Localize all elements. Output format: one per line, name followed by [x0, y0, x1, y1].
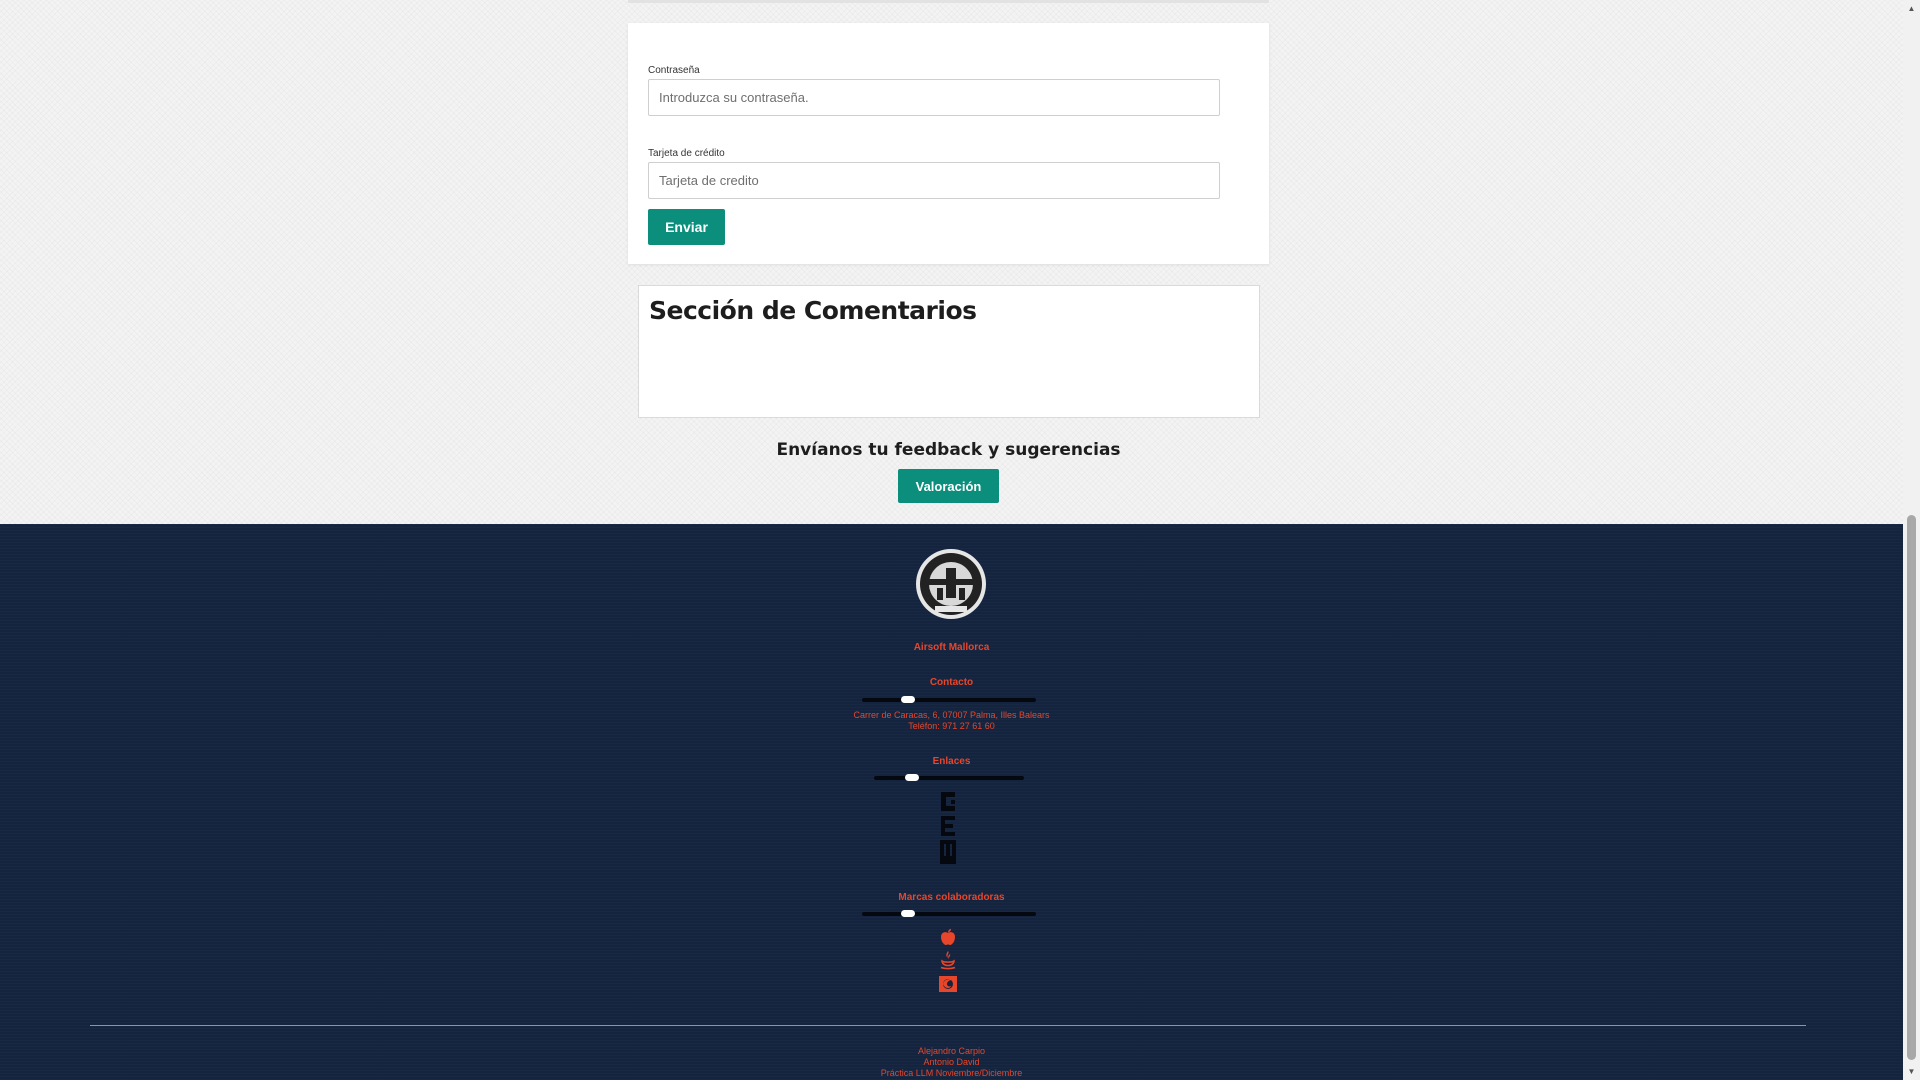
footer-partners-heading: Marcas colaboradoras — [898, 892, 1005, 903]
credit-author-1: Alejandro Carpio — [917, 1046, 986, 1056]
password-input[interactable] — [648, 79, 1220, 116]
footer-brand-name: Airsoft Mallorca — [913, 642, 990, 653]
feedback-title: Envíanos tu feedback y sugerencias — [776, 440, 1121, 460]
credit-card-label: Tarjeta de crédito — [648, 148, 725, 159]
java-icon[interactable] — [938, 950, 958, 970]
comments-title: Sección de Comentarios — [649, 296, 977, 325]
slider-handle[interactable] — [901, 910, 915, 917]
form-card: Contraseña Tarjeta de crédito Enviar — [628, 23, 1269, 264]
gem-link-logo-icon[interactable] — [937, 788, 959, 868]
scroll-down-arrow-icon[interactable]: ▼ — [1903, 1063, 1920, 1080]
slider-handle[interactable] — [901, 696, 915, 703]
rating-button[interactable]: Valoración — [898, 469, 999, 503]
previous-section-edge — [628, 0, 1269, 3]
apple-icon[interactable] — [938, 927, 958, 947]
airsoft-club-logo-icon[interactable] — [915, 548, 987, 620]
footer-links-heading: Enlaces — [932, 756, 971, 767]
footer-contact-heading: Contacto — [929, 677, 974, 688]
submit-button[interactable]: Enviar — [648, 209, 725, 245]
links-divider-slider[interactable] — [874, 774, 1024, 781]
credit-author-2: Antonio David — [923, 1057, 980, 1067]
partners-divider-slider[interactable] — [862, 910, 1036, 917]
password-label: Contraseña — [648, 65, 700, 76]
footer-phone: Teléfon: 971 27 61 60 — [908, 721, 995, 731]
contact-divider-slider[interactable] — [862, 696, 1036, 703]
footer-address: Carrer de Caracas, 6, 07007 Palma, Illes… — [853, 710, 1050, 720]
scroll-up-arrow-icon[interactable]: ▲ — [1903, 0, 1920, 17]
credit-card-input[interactable] — [648, 162, 1220, 199]
slider-handle[interactable] — [905, 774, 919, 781]
footer-divider — [90, 1025, 1806, 1026]
credit-course: Práctica LLM Noviembre/Diciembre — [880, 1068, 1023, 1078]
comments-section: Sección de Comentarios — [638, 285, 1260, 418]
site-footer: Airsoft Mallorca Contacto Carrer de Cara… — [0, 524, 1903, 1080]
firefox-icon[interactable] — [938, 974, 958, 994]
vertical-scrollbar[interactable]: ▲ ▼ — [1903, 0, 1920, 1080]
scrollbar-thumb[interactable] — [1907, 515, 1916, 1060]
